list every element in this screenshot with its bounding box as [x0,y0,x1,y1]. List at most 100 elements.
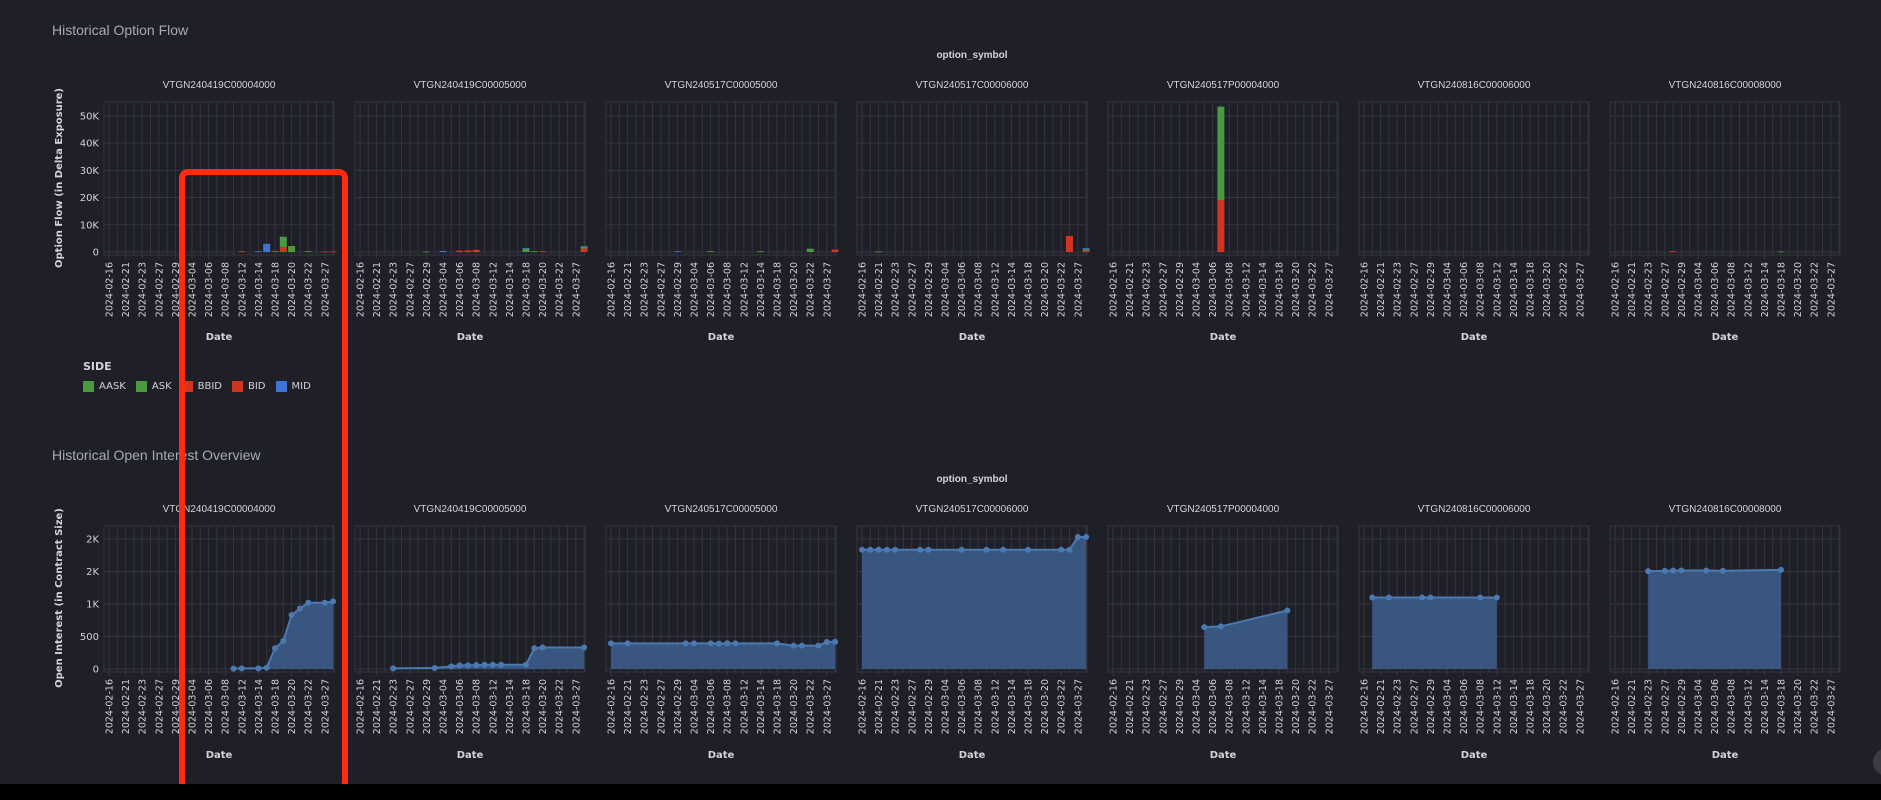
highlight-annotation-box [179,169,348,791]
x-tick-label: 2024-03-04 [439,262,450,317]
x-axis-title: Date [708,750,735,761]
x-axis-title: Date [457,750,484,761]
x-tick-label: 2024-03-27 [1324,262,1335,317]
x-tick-label: 2024-03-12 [1241,679,1252,734]
x-tick-label: 2024-02-27 [656,679,667,734]
data-point [1703,567,1710,574]
panel-title: VTGN240517P00004000 [1167,80,1280,91]
x-tick-label: 2024-02-21 [1376,262,1387,317]
x-tick-label: 2024-02-23 [138,262,149,317]
data-point [867,546,874,553]
bar-mid [580,246,588,247]
x-tick-label: 2024-02-16 [105,679,116,734]
x-tick-label: 2024-03-04 [1694,679,1705,734]
data-point [1058,546,1065,553]
data-point [883,546,890,553]
x-tick-label: 2024-03-14 [1258,679,1269,734]
data-point [798,642,805,649]
panel-title: VTGN240517C00006000 [916,80,1029,91]
y-tick-label: 2K [86,535,99,546]
bar-bid [539,251,547,252]
x-axis-title: Date [959,332,986,343]
data-point [1645,568,1652,575]
x-tick-label: 2024-02-23 [1644,679,1655,734]
y-tick-label: 2K [86,567,99,578]
facet-panel: VTGN240517P00004000 2024-02-16 2024-02-21 2… [1107,504,1339,761]
x-tick-label: 2024-03-18 [1526,679,1537,734]
facet-panel: VTGN240419C00005000 2024-02-16 2024-02-21 2… [354,80,588,343]
facet-panel: VTGN240419C00005000 2024-02-16 2024-02-21 2… [354,504,588,761]
x-tick-label: 2024-02-29 [1426,262,1437,317]
x-tick-label: 2024-02-29 [1175,262,1186,317]
bar-ask [422,251,430,253]
x-axis-title: Date [1210,332,1237,343]
legend-item-aask[interactable]: AASK [83,381,126,392]
bar-mid [522,247,530,249]
x-tick-label: 2024-03-27 [1073,262,1084,317]
panel-title: VTGN240419C00005000 [414,504,527,515]
data-point [1419,594,1426,601]
facet-panel: VTGN240816C00008000 2024-02-16 2024-02-21 2… [1609,504,1841,761]
x-tick-label: 2024-02-29 [1426,679,1437,734]
x-tick-label: 2024-03-12 [488,679,499,734]
x-tick-label: 2024-02-21 [1627,679,1638,734]
x-tick-label: 2024-02-23 [1644,262,1655,317]
facet-panel: VTGN240816C00008000 2024-02-16 2024-02-21 2… [1609,80,1841,343]
bar-ask [1217,106,1225,201]
x-tick-label: 2024-02-21 [1627,262,1638,317]
ask-swatch-icon [135,381,147,392]
x-tick-label: 2024-03-22 [1308,262,1319,317]
data-point [523,661,529,668]
area-fill [393,647,585,669]
data-point [1678,567,1685,574]
x-tick-label: 2024-03-06 [957,679,968,734]
x-tick-label: 2024-03-27 [822,262,833,317]
x-tick-label: 2024-03-20 [789,262,800,317]
x-tick-label: 2024-02-16 [1611,262,1622,317]
x-tick-label: 2024-03-14 [756,679,767,734]
bar-bid [1669,251,1677,252]
aask-swatch-icon [83,381,94,392]
x-tick-label: 2024-03-08 [723,679,734,734]
x-tick-label: 2024-03-27 [1073,679,1084,734]
x-axis-title: Date [959,750,986,761]
x-tick-label: 2024-03-04 [1192,262,1203,317]
x-tick-label: 2024-03-14 [1007,262,1018,317]
x-tick-label: 2024-03-08 [472,679,483,734]
x-tick-label: 2024-03-14 [505,262,516,317]
x-tick-label: 2024-02-16 [858,262,869,317]
x-tick-label: 2024-02-23 [389,679,400,734]
x-tick-label: 2024-03-08 [1727,262,1738,317]
x-tick-label: 2024-02-21 [1125,679,1136,734]
x-tick-label: 2024-03-22 [1810,262,1821,317]
data-point [892,546,899,553]
y-tick-label: 50K [80,111,100,122]
x-tick-label: 2024-02-27 [1660,679,1671,734]
data-point [1778,566,1784,573]
area-fill [862,537,1087,669]
x-tick-label: 2024-03-14 [505,679,516,734]
bar-ask [522,248,530,252]
x-tick-label: 2024-03-12 [1492,262,1503,317]
data-point [815,642,822,649]
x-tick-label: 2024-02-21 [1376,679,1387,734]
panel-title: VTGN240816C00006000 [1418,504,1531,515]
x-tick-label: 2024-02-23 [1393,679,1404,734]
x-tick-label: 2024-03-04 [1443,679,1454,734]
x-tick-label: 2024-03-18 [1275,679,1286,734]
x-tick-label: 2024-03-22 [1308,679,1319,734]
x-tick-label: 2024-02-23 [1142,679,1153,734]
legend-item-ask[interactable]: ASK [135,381,172,392]
x-tick-label: 2024-03-27 [571,679,582,734]
x-tick-label: 2024-02-27 [656,262,667,317]
facet-panel: VTGN240517C00005000 2024-02-16 2024-02-21 2… [605,80,839,343]
data-point [390,665,397,672]
bar-bid [472,249,480,252]
data-point [431,665,438,672]
data-point [1000,546,1007,553]
data-point [925,546,932,553]
x-tick-label: 2024-03-18 [1024,679,1035,734]
x-tick-label: 2024-02-16 [356,262,367,317]
x-tick-label: 2024-02-21 [121,679,132,734]
x-tick-label: 2024-03-08 [723,262,734,317]
